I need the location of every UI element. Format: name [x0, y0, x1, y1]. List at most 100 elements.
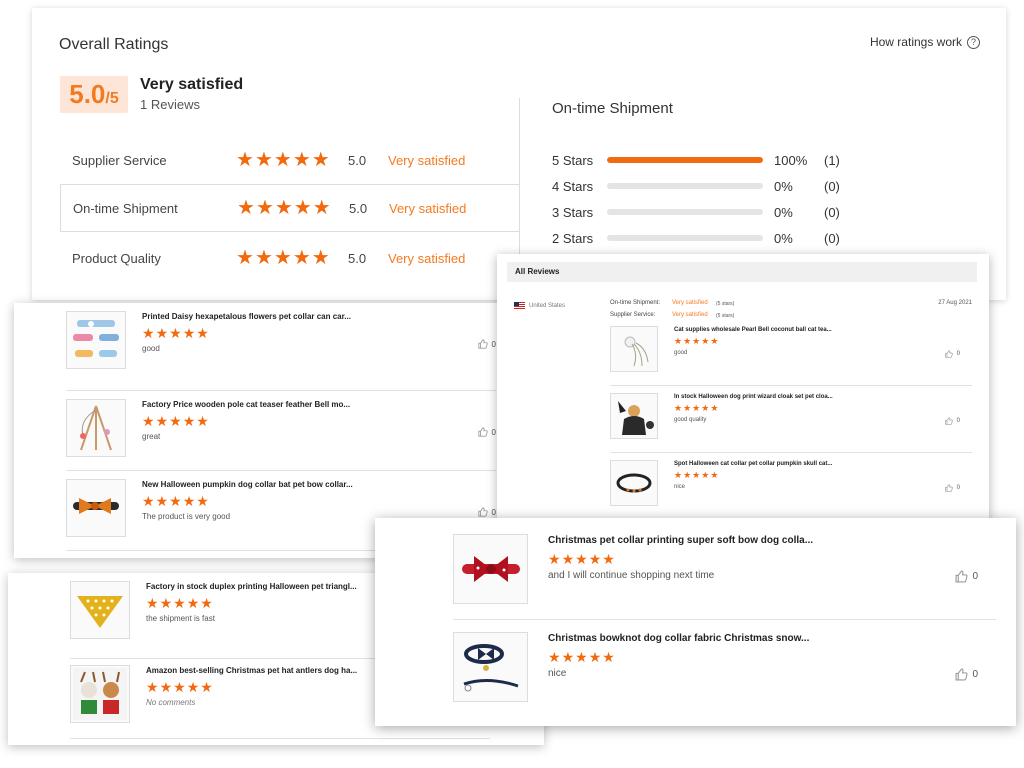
star-icon: ★ [692, 336, 701, 346]
star-icon: ★ [683, 403, 692, 413]
product-thumbnail[interactable] [66, 311, 126, 369]
reviewer-country: United States [529, 302, 566, 309]
all-reviews-header[interactable]: All Reviews [507, 262, 977, 282]
thumbs-up-icon [477, 339, 488, 349]
overall-score-badge: 5.0/5 [60, 76, 128, 113]
meta-label: Supplier Service: [610, 312, 656, 318]
star-icon: ★ [159, 595, 173, 611]
product-thumbnail[interactable] [453, 632, 528, 702]
category-row-on-time-shipment[interactable]: On-time Shipment ★ ★ ★ ★ ★ 5.0 Very satisfie… [60, 184, 520, 232]
star-icon: ★ [155, 493, 169, 509]
star-icon: ★ [273, 247, 292, 269]
star-icon: ★ [548, 551, 561, 567]
star-icon: ★ [710, 403, 719, 413]
review-product-title[interactable]: Christmas pet collar printing super soft… [548, 535, 996, 546]
star-icon: ★ [200, 679, 213, 695]
product-thumbnail[interactable] [610, 326, 658, 372]
bar-track [607, 209, 763, 215]
star-icon: ★ [169, 493, 182, 509]
star-icon: ★ [561, 649, 575, 665]
how-ratings-work-label: How ratings work [869, 35, 962, 49]
star-icon: ★ [674, 336, 683, 346]
like-button[interactable]: 0 [944, 417, 960, 425]
like-count: 0 [491, 507, 496, 517]
like-count: 0 [491, 427, 496, 437]
product-thumbnail[interactable] [66, 399, 126, 457]
star-icon: ★ [200, 595, 213, 611]
thumbs-up-icon [944, 417, 953, 425]
reviewer-location: United States [514, 302, 565, 309]
overall-ratings-title: Overall Ratings [59, 36, 169, 53]
category-label: Product Quality [72, 250, 161, 266]
thumbs-up-icon [477, 427, 488, 437]
like-button[interactable]: 0 [955, 668, 978, 681]
star-icon: ★ [692, 470, 701, 480]
review-product-title[interactable]: Christmas bowknot dog collar fabric Chri… [548, 633, 996, 644]
star-icon: ★ [701, 470, 710, 480]
review-stars: ★ ★ ★ ★ ★ [142, 414, 496, 428]
review-product-title[interactable]: Cat supplies wholesale Pearl Bell coconu… [674, 327, 972, 333]
product-thumbnail[interactable] [70, 665, 130, 723]
review-item: In stock Halloween dog print wizard cloa… [610, 386, 972, 453]
how-ratings-work-link[interactable]: How ratings work ? [870, 35, 980, 49]
category-row-product-quality: Product Quality ★ ★ ★ ★ ★ 5.0 Very satisfied [60, 234, 520, 282]
all-reviews-panel: All Reviews United States 27 Aug 2021 On… [497, 254, 989, 524]
category-stars: ★ ★ ★ ★ ★ [236, 248, 336, 268]
review-stars: ★ ★ ★ ★ ★ [674, 404, 972, 413]
meta-note: (5 stars) [716, 301, 735, 307]
bar-percent: 0% [774, 204, 793, 220]
review-product-title[interactable]: New Halloween pumpkin dog collar bat pet… [142, 480, 496, 489]
like-button[interactable]: 0 [477, 339, 496, 349]
bar-label: 2 Stars [552, 230, 594, 246]
star-icon: ★ [146, 679, 159, 695]
product-thumbnail[interactable] [610, 393, 658, 439]
review-text: good [142, 344, 160, 353]
review-stars: ★ ★ ★ ★ ★ [142, 326, 496, 340]
category-label: On-time Shipment [73, 200, 178, 216]
like-button[interactable]: 0 [477, 507, 496, 517]
review-stars: ★ ★ ★ ★ ★ [548, 552, 996, 566]
star-icon: ★ [602, 649, 615, 665]
review-stars: ★ ★ ★ ★ ★ [548, 650, 996, 664]
review-product-title[interactable]: Printed Daisy hexapetalous flowers pet c… [142, 312, 496, 321]
shipment-title: On-time Shipment [552, 100, 673, 117]
star-icon: ★ [311, 247, 330, 269]
product-thumbnail[interactable] [453, 534, 528, 604]
us-flag-icon [514, 302, 525, 309]
question-icon: ? [967, 35, 980, 49]
like-count: 0 [956, 485, 960, 491]
star-icon: ★ [182, 325, 196, 341]
star-icon: ★ [710, 336, 719, 346]
bar-percent: 0% [774, 178, 793, 194]
bar-label: 4 Stars [552, 178, 594, 194]
product-thumbnail[interactable] [66, 479, 126, 537]
thumbs-up-icon [477, 507, 488, 517]
like-button[interactable]: 0 [955, 570, 978, 583]
star-icon: ★ [155, 325, 169, 341]
meta-label: On-time Shipment: [610, 300, 661, 306]
star-icon: ★ [292, 149, 311, 171]
bar-count: (0) [824, 178, 840, 194]
star-icon: ★ [186, 679, 200, 695]
review-product-title[interactable]: Spot Halloween cat collar pet collar pum… [674, 461, 972, 467]
product-thumbnail[interactable] [70, 581, 130, 639]
star-icon: ★ [701, 336, 710, 346]
bar-percent: 100% [774, 152, 808, 168]
star-icon: ★ [236, 149, 254, 171]
star-icon: ★ [312, 197, 331, 219]
bar-label: 5 Stars [552, 152, 594, 168]
review-product-title[interactable]: In stock Halloween dog print wizard cloa… [674, 394, 972, 400]
review-product-title[interactable]: Factory Price wooden pole cat teaser fea… [142, 400, 496, 409]
category-row-supplier-service: Supplier Service ★ ★ ★ ★ ★ 5.0 Very satisfie… [60, 136, 520, 184]
review-item: Printed Daisy hexapetalous flowers pet c… [66, 311, 496, 391]
like-button[interactable]: 0 [477, 427, 496, 437]
like-count: 0 [956, 351, 960, 357]
shipment-bar-row: 5 Stars 100% (1) [552, 151, 972, 169]
product-thumbnail[interactable] [610, 460, 658, 506]
meta-verdict: Very satisfied [672, 312, 708, 318]
bar-track [607, 235, 763, 241]
star-icon: ★ [182, 493, 196, 509]
like-button[interactable]: 0 [944, 484, 960, 492]
star-icon: ★ [196, 413, 209, 429]
like-button[interactable]: 0 [944, 350, 960, 358]
